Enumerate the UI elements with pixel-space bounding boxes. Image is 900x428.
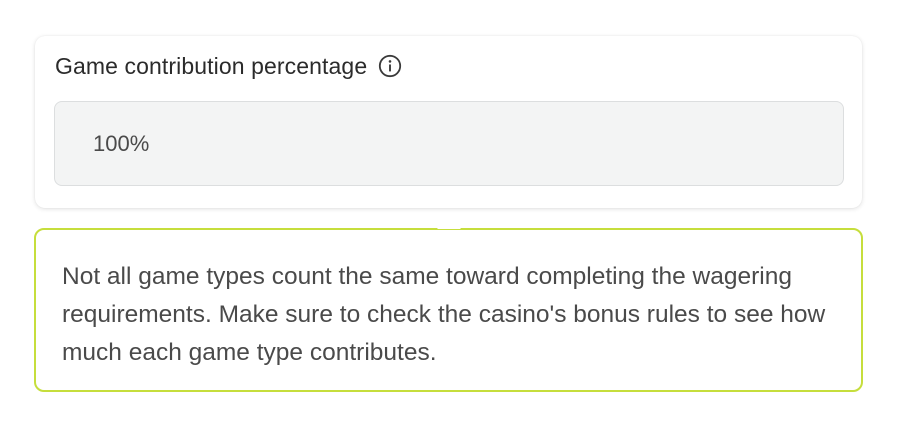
tooltip-arrow: [437, 216, 461, 229]
page: Game contribution percentage 100% Not al…: [0, 0, 900, 428]
info-tooltip: Not all game types count the same toward…: [34, 228, 863, 392]
info-icon[interactable]: [377, 53, 403, 79]
contribution-value: 100%: [93, 130, 150, 156]
card-header: Game contribution percentage: [55, 52, 403, 80]
tooltip-text: Not all game types count the same toward…: [62, 263, 826, 366]
game-contribution-card: Game contribution percentage 100%: [35, 36, 862, 208]
contribution-value-field: 100%: [54, 101, 844, 186]
info-icon-graphic: [379, 54, 402, 78]
card-title: Game contribution percentage: [55, 52, 368, 79]
